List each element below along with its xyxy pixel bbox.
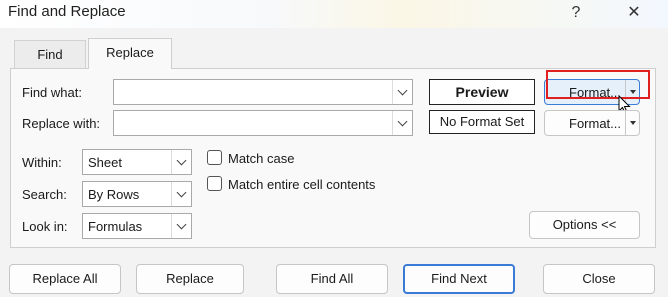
replace-format-preview: No Format Set bbox=[429, 110, 535, 134]
find-what-label: Find what: bbox=[22, 85, 82, 100]
find-all-button[interactable]: Find All bbox=[276, 264, 388, 294]
search-dropdown[interactable] bbox=[171, 182, 191, 206]
replace-with-label: Replace with: bbox=[22, 116, 101, 131]
tab-replace[interactable]: Replace bbox=[88, 38, 172, 69]
within-label: Within: bbox=[22, 155, 62, 170]
match-entire-label[interactable]: Match entire cell contents bbox=[228, 177, 375, 192]
replace-all-button[interactable]: Replace All bbox=[9, 264, 121, 294]
search-label: Search: bbox=[22, 187, 67, 202]
chevron-down-icon bbox=[176, 219, 187, 229]
match-case-label[interactable]: Match case bbox=[228, 151, 294, 166]
replace-with-dropdown[interactable] bbox=[392, 111, 412, 135]
chevron-down-icon bbox=[397, 85, 408, 95]
replace-format-dropdown[interactable] bbox=[625, 111, 639, 135]
match-case-checkbox[interactable] bbox=[207, 150, 222, 165]
chevron-down-icon bbox=[176, 155, 187, 165]
window-title: Find and Replace bbox=[8, 3, 126, 20]
replace-with-combo[interactable] bbox=[113, 110, 413, 136]
look-in-dropdown[interactable] bbox=[171, 214, 191, 238]
highlight-box bbox=[546, 70, 650, 99]
tab-replace-label: Replace bbox=[106, 45, 154, 60]
find-what-dropdown[interactable] bbox=[392, 80, 412, 104]
search-value: By Rows bbox=[88, 187, 140, 202]
look-in-select[interactable]: Formulas bbox=[82, 213, 192, 239]
tab-find-label: Find bbox=[37, 47, 63, 62]
caret-down-icon bbox=[629, 121, 636, 125]
tab-find[interactable]: Find bbox=[14, 40, 86, 68]
find-format-preview: Preview bbox=[429, 79, 535, 105]
within-value: Sheet bbox=[88, 155, 122, 170]
close-button[interactable]: Close bbox=[543, 264, 655, 294]
match-entire-checkbox[interactable] bbox=[207, 176, 222, 191]
options-toggle-button[interactable]: Options << bbox=[529, 211, 640, 239]
search-select[interactable]: By Rows bbox=[82, 181, 192, 207]
look-in-label: Look in: bbox=[22, 219, 68, 234]
chevron-down-icon bbox=[176, 187, 187, 197]
find-what-combo[interactable] bbox=[113, 79, 413, 105]
replace-button[interactable]: Replace bbox=[136, 264, 244, 294]
within-dropdown[interactable] bbox=[171, 150, 191, 174]
look-in-value: Formulas bbox=[88, 219, 143, 234]
find-next-button[interactable]: Find Next bbox=[403, 264, 515, 294]
within-select[interactable]: Sheet bbox=[82, 149, 192, 175]
replace-format-button[interactable]: Format... bbox=[544, 110, 640, 136]
help-icon[interactable]: ? bbox=[556, 0, 596, 28]
chevron-down-icon bbox=[397, 116, 408, 126]
close-icon[interactable]: ✕ bbox=[614, 0, 654, 28]
replace-format-label: Format... bbox=[569, 116, 622, 131]
title-bar: Find and Replace ? ✕ bbox=[0, 0, 668, 28]
